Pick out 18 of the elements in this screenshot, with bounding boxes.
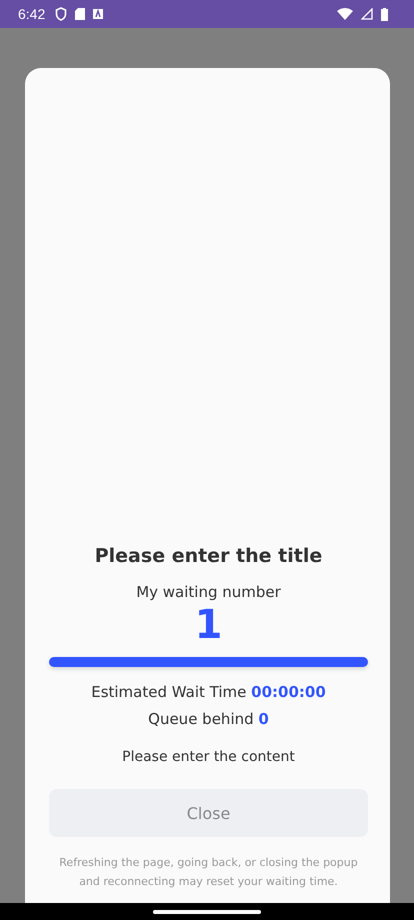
close-button[interactable]: Close [49, 789, 368, 837]
wait-time-label: Estimated Wait Time [91, 683, 246, 701]
app-icon [93, 9, 104, 19]
popup-content: Please enter the content [122, 749, 295, 765]
queue-value: 0 [258, 710, 269, 728]
shield-icon [55, 7, 68, 21]
footnote: Refreshing the page, going back, or closing the popup and reconnecting may reset your waiting time. [58, 855, 359, 890]
waiting-number: 1 [194, 601, 222, 649]
sd-card-icon [75, 8, 86, 20]
popup-title: Please enter the title [94, 545, 322, 567]
wifi-icon [337, 8, 353, 20]
clock: 6:42 [18, 6, 46, 22]
waiting-number-label: My waiting number [136, 583, 281, 601]
queue-label: Queue behind [148, 710, 254, 728]
wait-time-value: 00:00:00 [251, 683, 326, 701]
signal-icon [361, 8, 373, 20]
home-handle[interactable] [153, 910, 261, 914]
battery-icon [381, 8, 388, 20]
